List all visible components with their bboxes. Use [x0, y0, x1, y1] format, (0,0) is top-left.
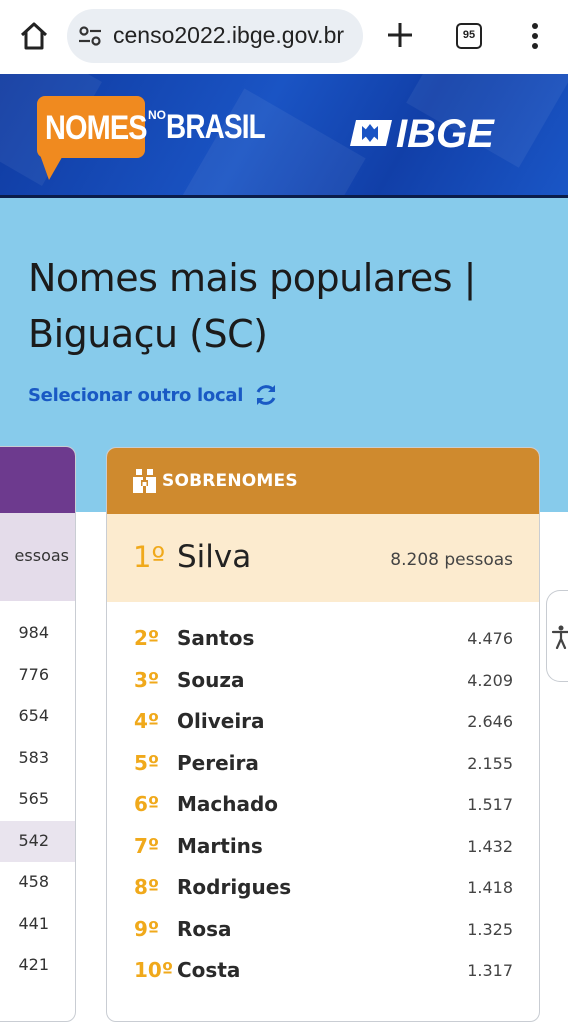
count: 542 [18, 831, 49, 850]
surnames-card-header: SOBRENOMES [107, 448, 539, 514]
list-item: 3º Souza 4.209 [107, 660, 539, 701]
list-item: 5º Pereira 2.155 [107, 743, 539, 784]
surname: Rosa [177, 917, 232, 941]
ibge-mark-icon [350, 120, 392, 146]
rank: 5º [134, 751, 160, 775]
accessibility-icon [551, 625, 568, 649]
surname: Martins [177, 834, 263, 858]
plus-icon[interactable] [385, 20, 415, 50]
count: 4.209 [467, 671, 513, 690]
nomes-no-brasil-logo[interactable]: NOMES [37, 96, 148, 180]
list-item: 8º Rodrigues 1.418 [107, 867, 539, 908]
count: 1.517 [467, 795, 513, 814]
count: 441 [18, 914, 49, 933]
logo-word-no: NO [148, 108, 166, 122]
surname: Costa [177, 958, 241, 982]
surname: Santos [177, 626, 255, 650]
count: 583 [18, 748, 49, 767]
count: 1.317 [467, 961, 513, 980]
rank: 3º [134, 668, 160, 692]
list-item: 10º Costa 1.317 [107, 950, 539, 991]
surname-top-row: 1º Silva 8.208 pessoas [107, 514, 539, 602]
list-item: 6º Machado 1.517 [107, 784, 539, 825]
rank: 7º [134, 834, 160, 858]
count: 1.418 [467, 878, 513, 897]
url-text[interactable]: censo2022.ibge.gov.br [113, 22, 357, 49]
accessibility-button[interactable] [546, 590, 568, 682]
list-item: 2º Santos 4.476 [107, 618, 539, 659]
site-banner: NOMES NO BRASIL IBGE [0, 74, 568, 198]
rank: 9º [134, 917, 160, 941]
select-location-link[interactable]: Selecionar outro local [28, 380, 279, 410]
logo-bubble-tail [39, 152, 65, 180]
rank: 10º [134, 958, 174, 982]
surnames-card: SOBRENOMES 1º Silva 8.208 pessoas 2º San… [106, 447, 540, 1022]
surname: Oliveira [177, 709, 265, 733]
family-icon [133, 469, 156, 493]
list-item: 4º Oliveira 2.646 [107, 701, 539, 742]
list-item: 583 [0, 738, 75, 779]
list-item: 9º Rosa 1.325 [107, 909, 539, 950]
surnames-card-title: SOBRENOMES [162, 471, 298, 491]
surname: Machado [177, 792, 279, 816]
list-item: 441 [0, 904, 75, 945]
list-item: 654 [0, 696, 75, 737]
count: 1.432 [467, 837, 513, 856]
list-item: 421 [0, 945, 75, 986]
tab-switcher-icon[interactable]: 95 [456, 23, 482, 49]
site-settings-icon[interactable] [77, 23, 103, 49]
count: 4.476 [467, 629, 513, 648]
refresh-icon[interactable] [253, 382, 279, 408]
count: 421 [18, 955, 49, 974]
first-names-card-header [0, 447, 75, 513]
browser-toolbar: censo2022.ibge.gov.br 95 [0, 0, 568, 74]
list-item: 7º Martins 1.432 [107, 826, 539, 867]
rank: 6º [134, 792, 160, 816]
page-title: Nomes mais populares | Biguaçu (SC) [28, 256, 476, 356]
first-names-top-row: essoas [0, 513, 75, 601]
home-icon[interactable] [18, 20, 50, 52]
list-item: 984 [0, 613, 75, 654]
list-item: 776 [0, 655, 75, 696]
select-location-label[interactable]: Selecionar outro local [28, 385, 243, 406]
rank: 4º [134, 709, 160, 733]
count: 8.208 pessoas [390, 550, 513, 570]
address-bar[interactable]: censo2022.ibge.gov.br [67, 9, 363, 63]
surname: Pereira [177, 751, 259, 775]
count: 458 [18, 872, 49, 891]
rank: 8º [134, 875, 160, 899]
surname: Silva [177, 539, 252, 575]
rank: 1º [133, 540, 166, 574]
count: 776 [18, 665, 49, 684]
logo-word-nomes: NOMES [45, 109, 148, 147]
count: 2.646 [467, 712, 513, 731]
rank: 2º [134, 626, 160, 650]
list-item: 565 [0, 779, 75, 820]
count: 1.325 [467, 920, 513, 939]
count: 2.155 [467, 754, 513, 773]
list-item: 458 [0, 862, 75, 903]
count: 984 [18, 623, 49, 642]
logo-word-brasil: BRASIL [166, 108, 266, 146]
ibge-logo[interactable]: IBGE [348, 112, 518, 156]
surname: Rodrigues [177, 875, 292, 899]
ibge-logo-text: IBGE [396, 112, 494, 156]
count: 654 [18, 706, 49, 725]
more-vert-icon[interactable] [525, 20, 545, 52]
surname: Souza [177, 668, 245, 692]
first-names-top-count: essoas [14, 546, 69, 565]
list-item: 542 [0, 821, 75, 862]
count: 565 [18, 789, 49, 808]
first-names-card: essoas 984 776 654 583 565 542 458 441 4… [0, 446, 76, 1022]
